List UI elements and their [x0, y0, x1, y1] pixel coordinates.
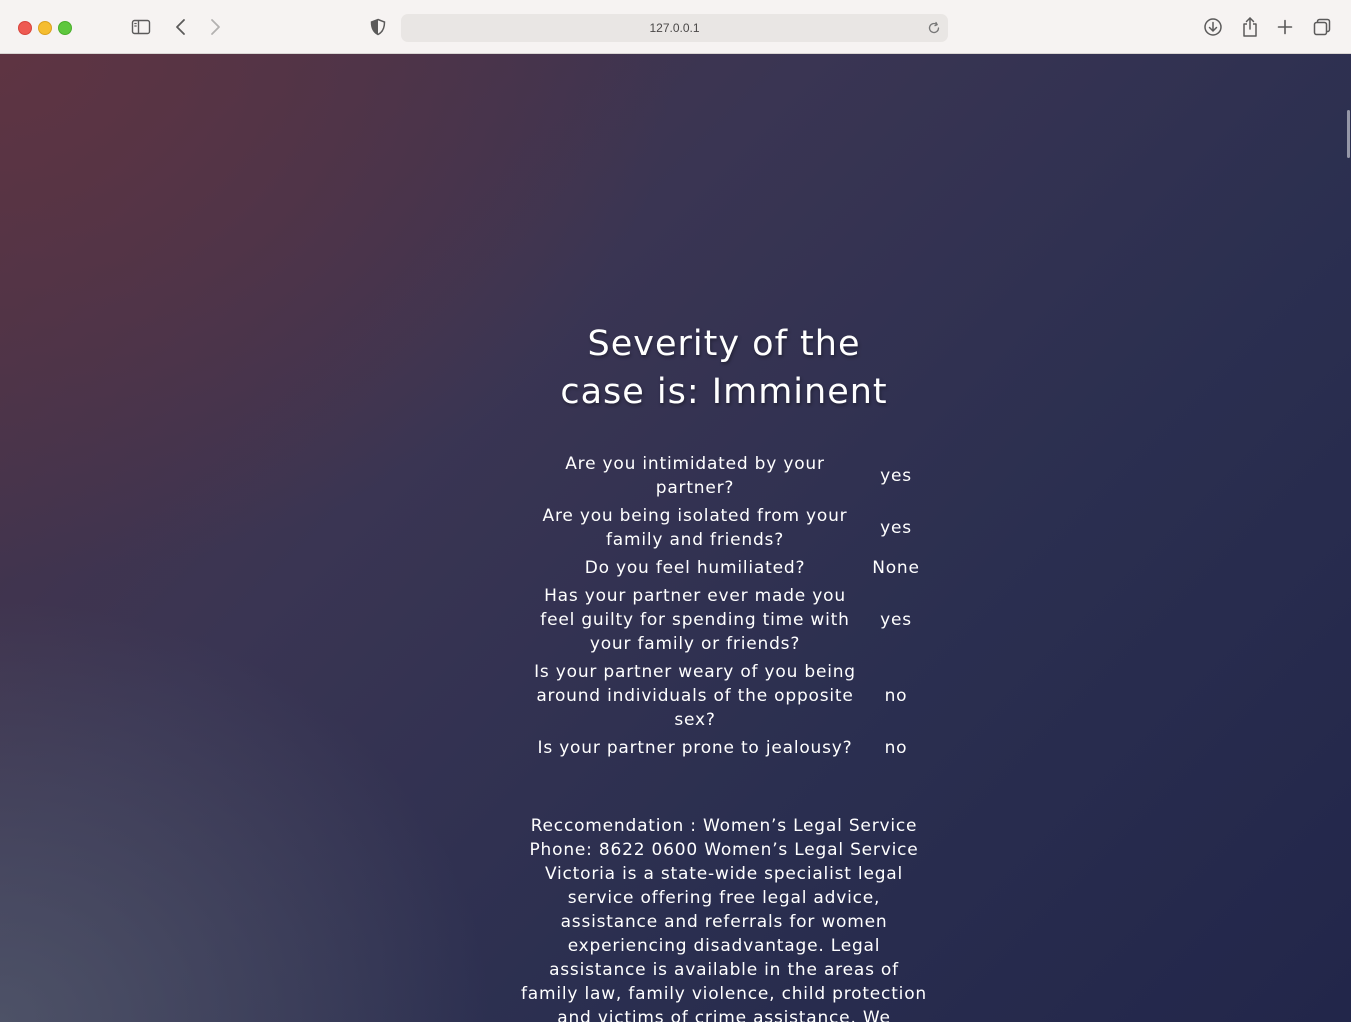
tab-overview-icon[interactable]	[1310, 15, 1334, 39]
url-text: 127.0.0.1	[649, 21, 700, 35]
plus-icon[interactable]	[1273, 15, 1297, 39]
table-row: Are you intimidated by your partner? yes	[523, 450, 925, 502]
question-text: Is your partner weary of you being aroun…	[534, 662, 856, 730]
address-bar[interactable]: 127.0.0.1	[401, 14, 948, 42]
shield-icon[interactable]	[366, 15, 390, 39]
sidebar-icon[interactable]	[129, 15, 153, 39]
answer-text: yes	[880, 466, 912, 486]
table-row: Are you being isolated from your family …	[523, 502, 925, 554]
result-panel: Severity of the case is: Imminent Are yo…	[520, 320, 928, 1022]
table-row: Is your partner prone to jealousy? no	[523, 734, 925, 762]
answer-text: yes	[880, 518, 912, 538]
table-row: Has your partner ever made you feel guil…	[523, 582, 925, 658]
minimize-window-button[interactable]	[38, 21, 52, 35]
question-text: Do you feel humiliated?	[584, 558, 806, 578]
reload-icon[interactable]	[926, 20, 942, 36]
download-icon[interactable]	[1201, 15, 1225, 39]
browser-window: 127.0.0.1 Severity of the case is: Immin…	[0, 0, 1351, 1022]
answer-text: no	[884, 738, 908, 758]
share-icon[interactable]	[1238, 15, 1262, 39]
close-window-button[interactable]	[18, 21, 32, 35]
answer-text: None	[872, 558, 920, 578]
question-text: Are you being isolated from your family …	[542, 506, 848, 550]
answer-text: no	[884, 686, 908, 706]
browser-toolbar: 127.0.0.1	[0, 0, 1351, 54]
table-row: Do you feel humiliated? None	[523, 554, 925, 582]
recommendation-text: Reccomendation : Women’s Legal Service P…	[521, 816, 927, 1022]
page-title: Severity of the case is: Imminent	[560, 324, 888, 412]
page-content: Severity of the case is: Imminent Are yo…	[0, 54, 1351, 1022]
table-row: Is your partner weary of you being aroun…	[523, 658, 925, 734]
chevron-right-icon[interactable]	[203, 15, 227, 39]
question-text: Are you intimidated by your partner?	[565, 454, 825, 498]
question-text: Has your partner ever made you feel guil…	[540, 586, 850, 654]
question-text: Is your partner prone to jealousy?	[537, 738, 853, 758]
zoom-window-button[interactable]	[58, 21, 72, 35]
answer-text: yes	[880, 610, 912, 630]
chevron-left-icon[interactable]	[169, 15, 193, 39]
answers-table: Are you intimidated by your partner? yes…	[523, 450, 925, 762]
scrollbar[interactable]	[1347, 110, 1350, 158]
